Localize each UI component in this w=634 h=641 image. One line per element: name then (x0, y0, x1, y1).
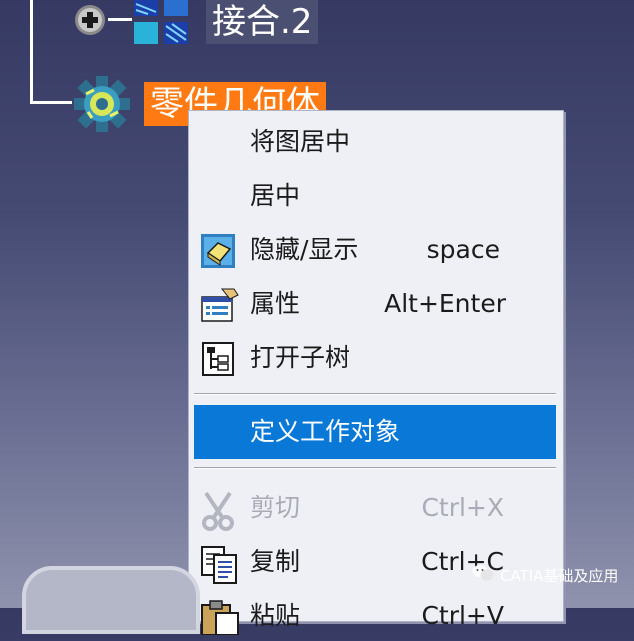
watermark: CATIA基础及应用 (472, 564, 618, 586)
menu-separator (194, 467, 556, 469)
expand-plus-icon[interactable] (72, 4, 108, 36)
menu-item-shortcut: Ctrl+V (421, 601, 504, 630)
menu-item-label: 将图居中 (250, 127, 351, 156)
menu-separator (194, 393, 556, 395)
menu-item-label: 剪切 (250, 493, 301, 522)
watermark-text: CATIA基础及应用 (500, 566, 619, 585)
menu-item-hide-show[interactable]: 隐藏/显示 space (190, 225, 560, 275)
menu-item-label: 复制 (250, 547, 301, 576)
menu-item-shortcut: Ctrl+X (421, 493, 504, 522)
copy-icon (200, 545, 237, 584)
properties-icon (200, 287, 239, 323)
context-menu: 将图居中 居中 隐藏/显示 space 属性 Alt+Enter 打开子树 定义… (188, 110, 564, 636)
menu-item-label: 居中 (250, 181, 301, 210)
menu-item-define-work-object[interactable]: 定义工作对象 (194, 405, 556, 459)
menu-item-shortcut: space (426, 235, 500, 264)
wechat-logo-icon (472, 564, 494, 586)
hide-show-icon (200, 233, 236, 269)
menu-item-label: 属性 (250, 289, 301, 318)
compass-decoration (22, 566, 200, 634)
menu-item-label: 定义工作对象 (250, 417, 401, 446)
scissors-icon (200, 491, 236, 531)
menu-item-label: 隐藏/显示 (250, 235, 359, 264)
menu-item-center[interactable]: 居中 (190, 171, 560, 221)
tree-connector-assembly (108, 18, 132, 21)
menu-item-shortcut: Alt+Enter (384, 289, 506, 318)
menu-item-center-graph[interactable]: 将图居中 (190, 117, 560, 167)
menu-item-label: 打开子树 (250, 343, 351, 372)
menu-item-open-subtree[interactable]: 打开子树 (190, 333, 560, 383)
menu-item-properties[interactable]: 属性 Alt+Enter (190, 279, 560, 329)
tree-connector-vertical (30, 0, 33, 104)
tree-node-assembly-label[interactable]: 接合.2 (206, 0, 319, 44)
paste-icon (200, 599, 239, 636)
menu-item-cut[interactable]: 剪切 Ctrl+X (190, 483, 560, 533)
assembly-constraint-icon[interactable] (132, 0, 194, 46)
tree-connector-horizontal (30, 101, 72, 104)
menu-item-paste[interactable]: 粘贴 Ctrl+V (190, 591, 560, 641)
open-subtree-icon (200, 341, 236, 377)
part-body-gear-icon[interactable] (70, 76, 134, 132)
menu-item-label: 粘贴 (250, 601, 301, 630)
